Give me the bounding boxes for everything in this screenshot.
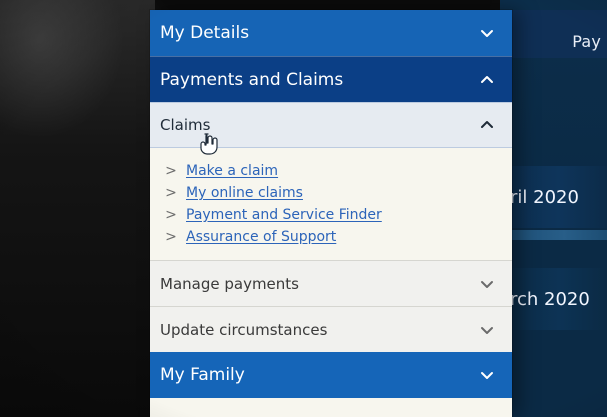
chevron-right-icon: > [165,163,177,179]
claims-link-payment-and-service-finder: > Payment and Service Finder [164,204,502,226]
right-card-march: rch 2020 [500,268,607,330]
menu-section-payments-and-claims[interactable]: Payments and Claims [150,56,512,102]
menu-section-my-details[interactable]: My Details [150,10,512,56]
navigation-menu: My Details Payments and Claims Claims > … [150,10,512,417]
payment-and-service-finder-link[interactable]: Payment and Service Finder [186,207,382,223]
chevron-up-icon [474,67,500,93]
left-bezel [0,0,155,417]
chevron-down-icon [474,20,500,46]
menu-section-my-family[interactable]: My Family [150,352,512,398]
chevron-down-icon [474,271,500,297]
menu-subsection-label: Update circumstances [160,320,328,339]
menu-section-label: Payments and Claims [160,69,344,90]
menu-section-label: My Details [160,23,250,43]
claims-submenu: > Make a claim > My online claims > Paym… [150,148,512,260]
claims-link-my-online-claims: > My online claims [164,182,502,204]
right-card-april-text: ril 2020 [510,186,579,208]
right-topbar: Pay [500,10,607,58]
hand-pointer-icon [200,133,218,155]
menu-section-label: My Family [160,365,245,385]
my-online-claims-link[interactable]: My online claims [186,185,303,201]
assurance-of-support-link[interactable]: Assurance of Support [186,229,336,245]
chevron-right-icon: > [165,229,177,245]
menu-subsection-manage-payments[interactable]: Manage payments [150,260,512,306]
claims-link-assurance-of-support: > Assurance of Support [164,226,502,248]
right-card-march-text: rch 2020 [510,288,590,310]
right-content-area: Pay ril 2020 rch 2020 [500,0,607,417]
right-divider [500,230,607,240]
make-a-claim-link[interactable]: Make a claim [186,163,278,179]
menu-subsection-update-circumstances[interactable]: Update circumstances [150,306,512,352]
chevron-down-icon [474,362,500,388]
right-topbar-text: Pay [572,32,601,51]
right-card-april: ril 2020 [500,166,607,228]
menu-subsection-label: Manage payments [160,274,299,293]
chevron-right-icon: > [165,185,177,201]
chevron-right-icon: > [165,207,177,223]
claims-link-make-a-claim: > Make a claim [164,160,502,182]
chevron-up-icon [474,112,500,138]
chevron-down-icon [474,317,500,343]
